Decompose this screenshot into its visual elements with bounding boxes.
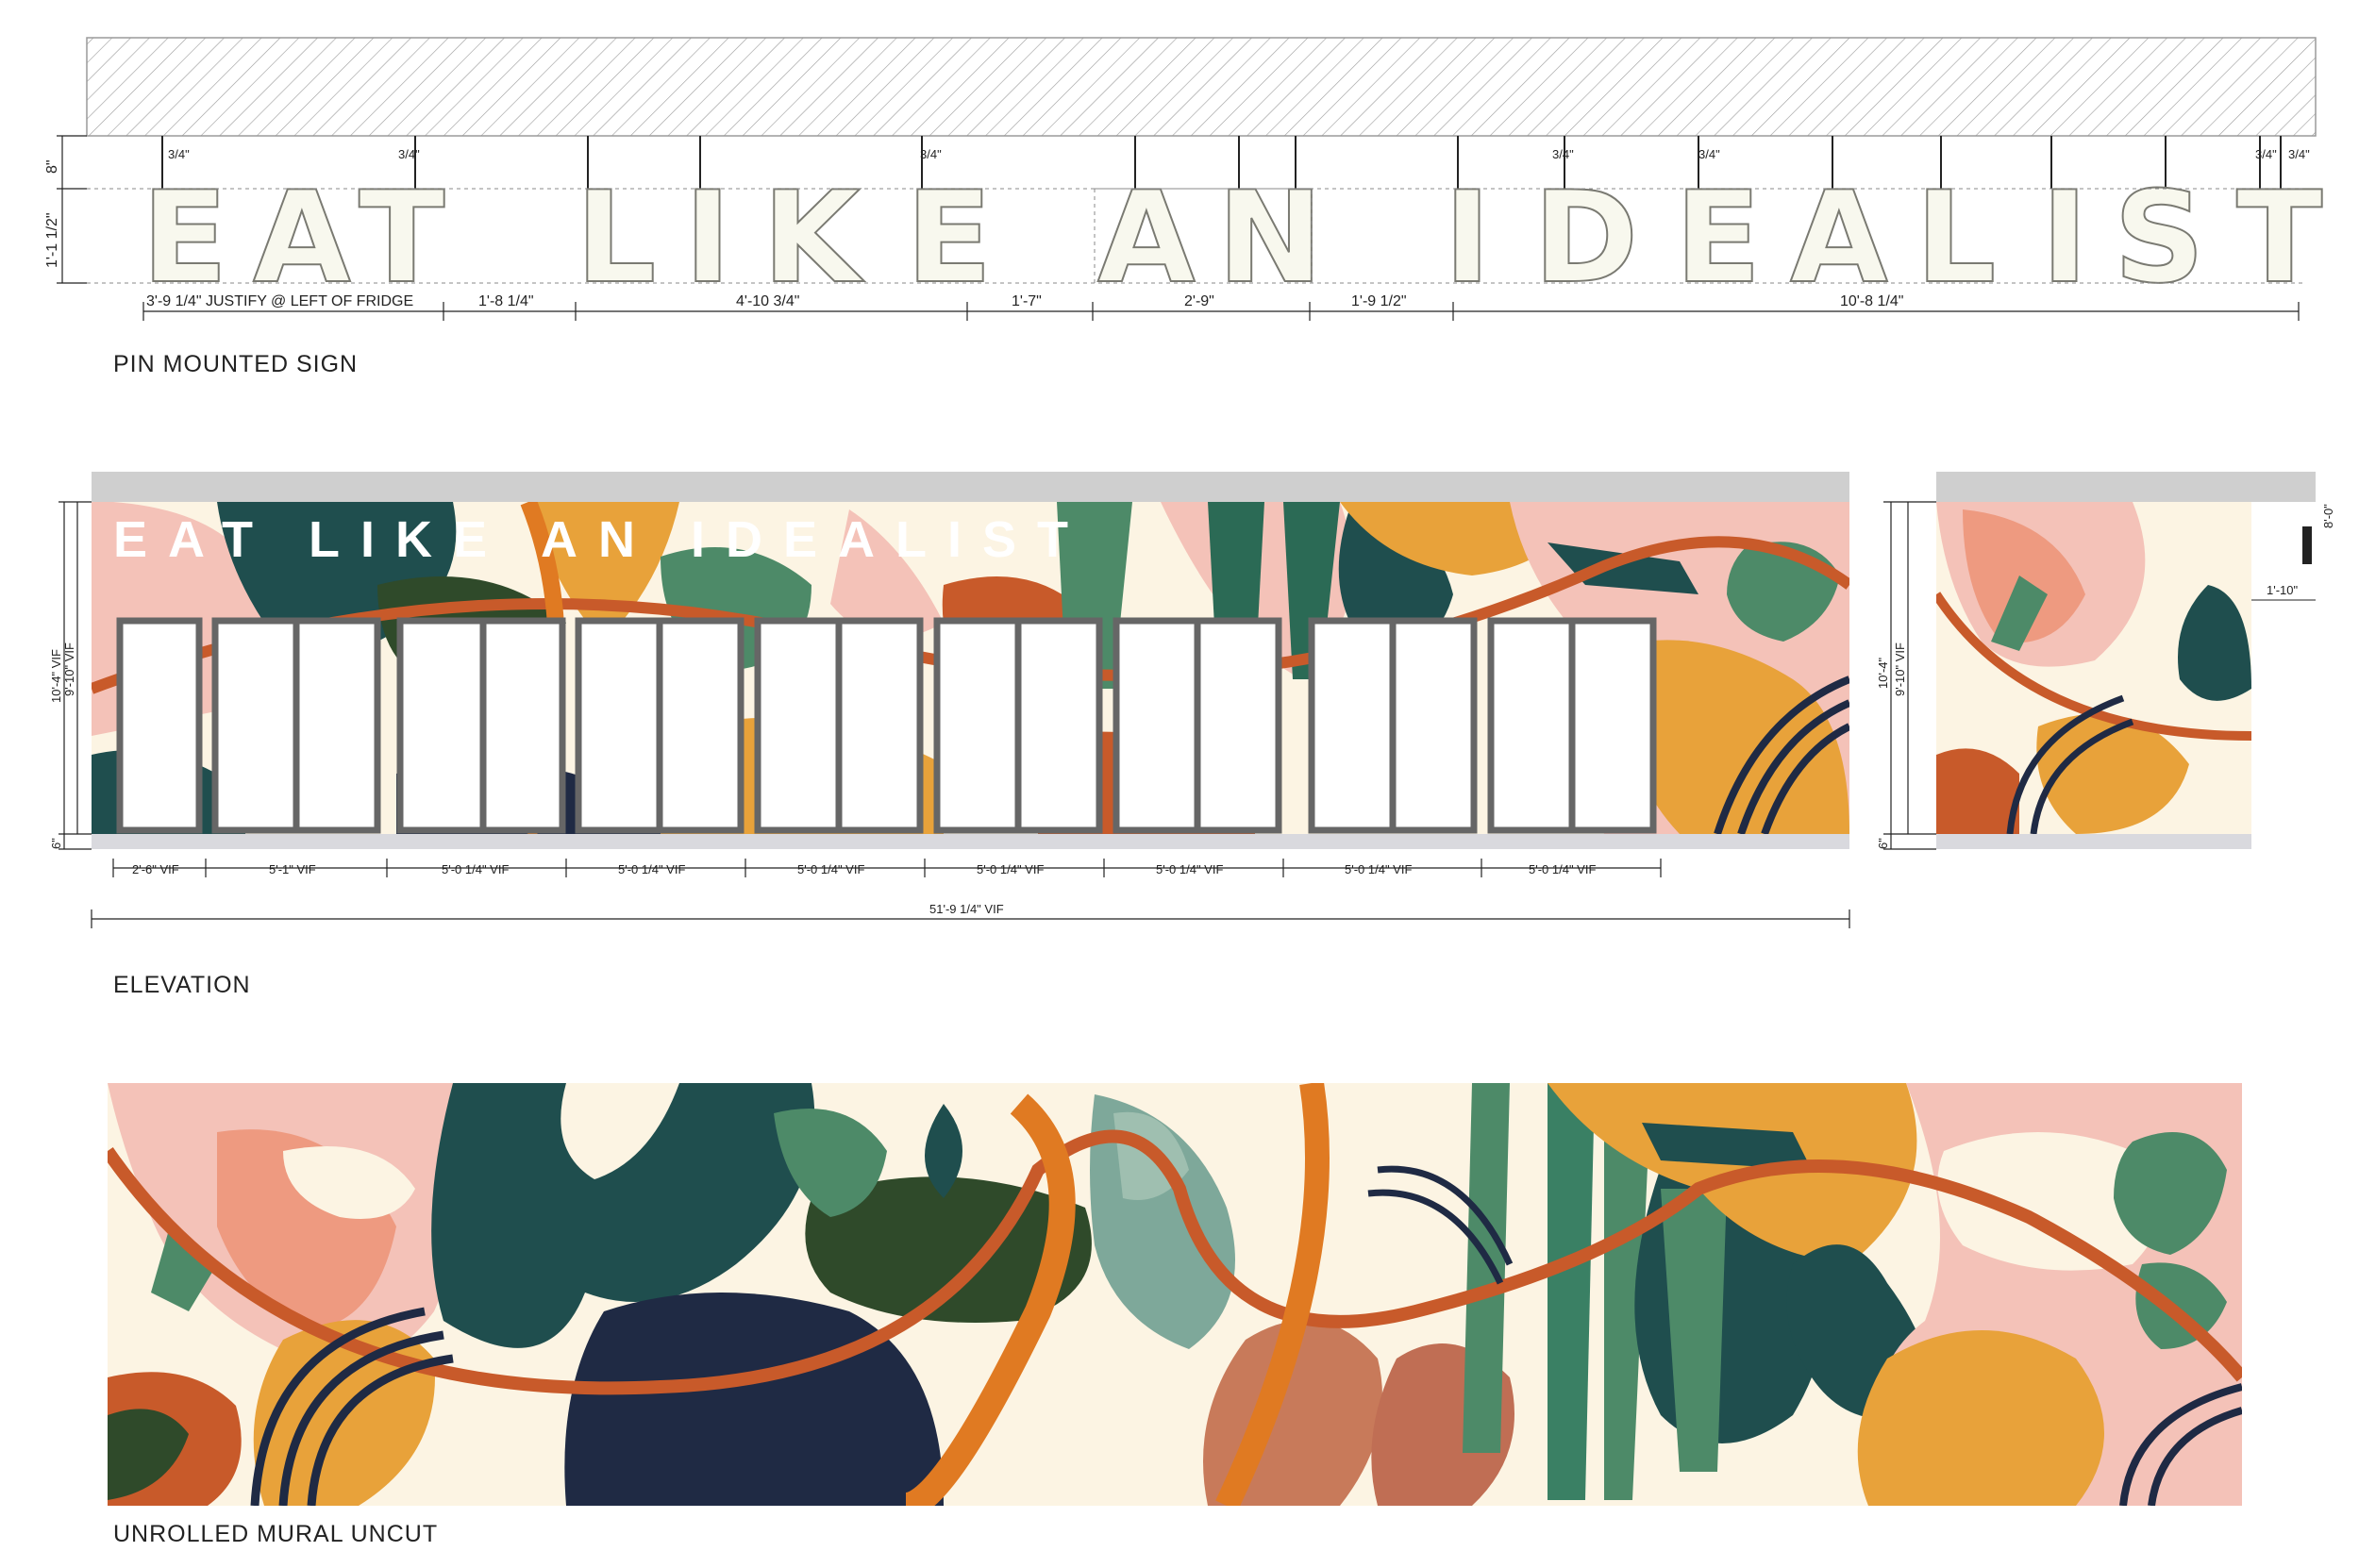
svg-text:E: E [906,164,993,311]
svg-text:3/4": 3/4" [1552,147,1574,161]
svg-text:4'-10 3/4": 4'-10 3/4" [736,293,799,309]
svg-text:5'-0 1/4" VIF: 5'-0 1/4" VIF [797,862,864,876]
elevation-drawing: EAT LIKE AN IDEALIST 10'-4" VIF 9'-10" V… [49,472,2335,928]
elevation-sign-text: EAT LIKE AN IDEALIST [113,511,1089,568]
svg-text:5'-0 1/4" VIF: 5'-0 1/4" VIF [1156,862,1223,876]
svg-text:I: I [1444,164,1491,311]
svg-text:D: D [1533,164,1638,311]
svg-text:1'-9 1/2": 1'-9 1/2" [1351,293,1407,309]
svg-text:5'-1" VIF: 5'-1" VIF [269,862,316,876]
svg-text:K: K [762,164,864,311]
svg-text:L: L [1916,164,1996,311]
svg-text:10'-4" VIF: 10'-4" VIF [49,649,63,703]
svg-text:S: S [2114,164,2205,311]
sign-letters: E A T L I K E A N I D E A L I S T [141,163,2323,312]
svg-text:3/4": 3/4" [1698,147,1720,161]
svg-text:L: L [576,164,656,311]
sign-horizontal-dims: 3'-9 1/4" JUSTIFY @ LEFT OF FRIDGE 1'-8 … [146,293,1903,309]
svg-text:1'-7": 1'-7" [1012,293,1042,309]
svg-text:I: I [2041,164,2088,311]
svg-text:6": 6" [1876,838,1890,849]
section-label-mural: UNROLLED MURAL UNCUT [113,1521,439,1547]
svg-text:5'-0 1/4" VIF: 5'-0 1/4" VIF [618,862,685,876]
svg-text:5'-0 1/4" VIF: 5'-0 1/4" VIF [1529,862,1596,876]
svg-text:3/4": 3/4" [168,147,190,161]
svg-text:T: T [2236,164,2322,311]
bay-dims: 2'-6" VIF 5'-1" VIF 5'-0 1/4" VIF 5'-0 1… [132,862,1596,916]
svg-text:3/4": 3/4" [2255,147,2277,161]
svg-text:2'-9": 2'-9" [1184,293,1214,309]
section-label-sign: PIN MOUNTED SIGN [113,351,359,377]
pin-mounted-sign-drawing: 3/4" 3/4" 3/4" 3/4" 3/4" 3/4" 3/4" E A T… [44,37,2323,321]
svg-text:2'-6" VIF: 2'-6" VIF [132,862,179,876]
svg-text:3'-9 1/4" JUSTIFY @ LEFT OF FR: 3'-9 1/4" JUSTIFY @ LEFT OF FRIDGE [146,293,413,309]
svg-text:E: E [1675,164,1762,311]
svg-text:5'-0 1/4" VIF: 5'-0 1/4" VIF [977,862,1044,876]
svg-text:8'-0": 8'-0" [2321,504,2335,528]
svg-text:3/4": 3/4" [920,147,942,161]
svg-text:A: A [1097,164,1196,311]
ceiling-hatch [86,37,2317,137]
fridge-doors [116,617,1657,834]
svg-text:10'-4": 10'-4" [1876,657,1890,689]
svg-text:T: T [359,164,444,311]
section-label-elevation: ELEVATION [113,972,251,998]
svg-text:I: I [684,164,731,311]
svg-text:N: N [1217,164,1323,311]
svg-text:1'-1 1/2": 1'-1 1/2" [44,212,60,268]
svg-text:6": 6" [49,838,63,849]
svg-text:A: A [253,164,351,311]
svg-text:9'-10" VIF: 9'-10" VIF [62,642,76,696]
svg-text:10'-8 1/4": 10'-8 1/4" [1840,293,1903,309]
svg-text:1'-10": 1'-10" [2267,583,2299,597]
svg-text:A: A [1790,164,1888,311]
svg-text:51'-9 1/4" VIF: 51'-9 1/4" VIF [929,902,1004,916]
svg-text:9'-10" VIF: 9'-10" VIF [1893,642,1907,696]
unrolled-mural [108,1083,2242,1506]
svg-text:8": 8" [44,159,60,174]
svg-text:E: E [142,164,228,311]
svg-text:3/4": 3/4" [398,147,420,161]
svg-text:1'-8 1/4": 1'-8 1/4" [478,293,534,309]
svg-text:3/4": 3/4" [2288,147,2310,161]
svg-text:5'-0 1/4" VIF: 5'-0 1/4" VIF [442,862,509,876]
svg-text:5'-0 1/4" VIF: 5'-0 1/4" VIF [1345,862,1412,876]
